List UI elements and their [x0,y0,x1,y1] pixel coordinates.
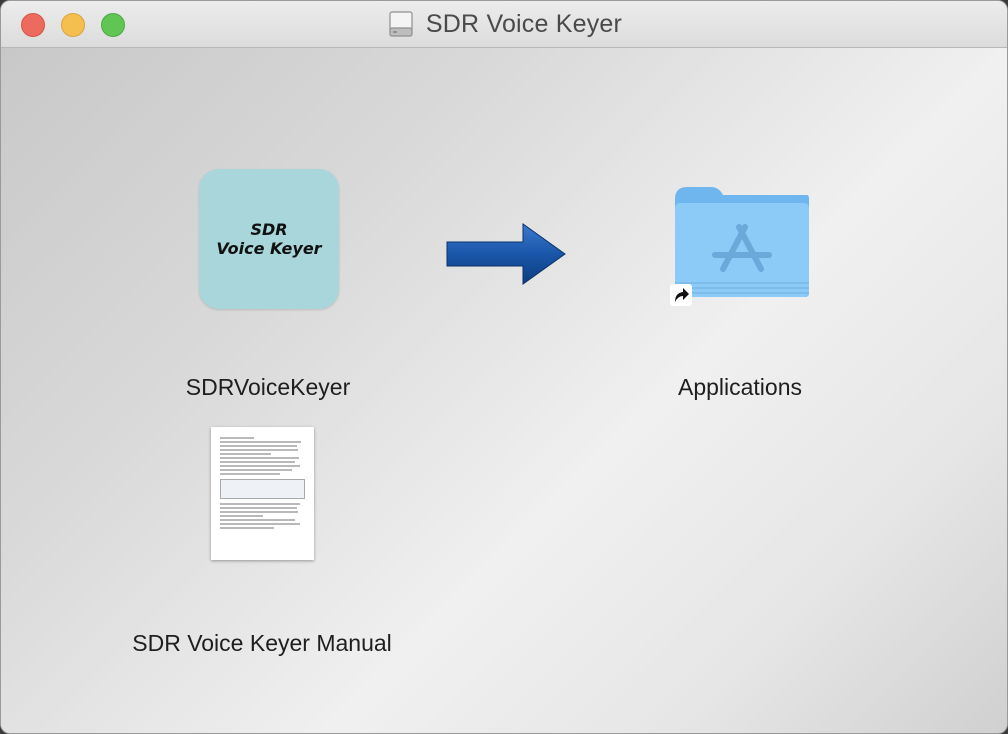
app-label[interactable]: SDRVoiceKeyer [186,374,351,401]
external-disk-icon [389,11,413,37]
window-title: SDR Voice Keyer [425,9,623,38]
app-icon-text-line2: Voice Keyer [216,239,322,258]
window-content: SDR Voice Keyer SDRVoiceKeyer Applicatio… [1,48,1007,733]
install-arrow-icon [446,223,566,285]
document-thumbnail-icon[interactable] [211,427,314,560]
window-title-group: SDR Voice Keyer [1,1,1007,47]
title-bar[interactable]: SDR Voice Keyer [1,1,1007,48]
alias-arrow-icon [670,284,692,306]
manual-label[interactable]: SDR Voice Keyer Manual [132,630,392,657]
dmg-window: SDR Voice Keyer SDR Voice Keyer SDRVoice… [0,0,1008,734]
sdr-voice-keyer-app-icon[interactable]: SDR Voice Keyer [199,169,339,309]
app-icon-text-line1: SDR [250,220,288,239]
applications-label[interactable]: Applications [678,374,802,401]
